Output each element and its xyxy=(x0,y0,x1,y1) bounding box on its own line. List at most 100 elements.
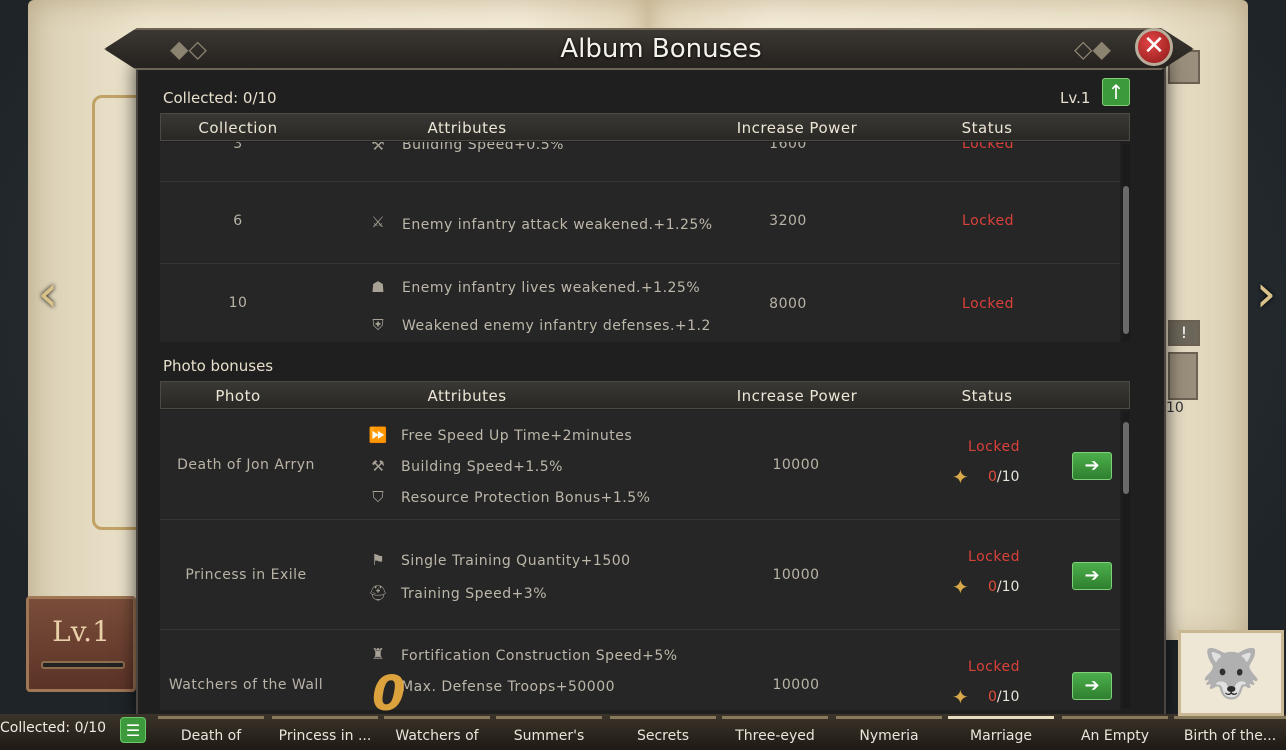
resource-protection-icon: ⛉ xyxy=(372,488,384,506)
level-medal: Lv.1 xyxy=(26,596,136,692)
header-increase-power: Increase Power xyxy=(736,119,858,137)
training-speed-icon: ⛑ xyxy=(368,584,388,602)
photo-name: Watchers of the Wall xyxy=(168,677,324,693)
collection-count: 3 xyxy=(233,142,243,152)
attribute-text: Training Speed+3% xyxy=(401,586,548,602)
defense-troops-overlay-icon: 0 xyxy=(372,666,406,722)
photo-scroll-thumb[interactable] xyxy=(1123,422,1129,494)
attribute-text: Weakened enemy infantry defenses.+1.2 xyxy=(402,318,711,334)
status-locked: Locked xyxy=(968,439,1020,455)
tab-princess-in[interactable]: Princess in ... xyxy=(272,716,378,750)
prev-page-arrow-icon[interactable]: ‹ xyxy=(30,262,66,326)
tab-death-of[interactable]: Death of xyxy=(158,716,264,750)
arrow-up-icon: ↑ xyxy=(1107,80,1125,104)
attribute-text: Enemy infantry lives weakened.+1.25% xyxy=(402,280,701,296)
tab-an-empty[interactable]: An Empty xyxy=(1062,716,1168,750)
alert-icon[interactable]: ! xyxy=(1168,320,1200,346)
table-row: 3 ⚒ Building Speed+0.5% 1600 Locked xyxy=(160,142,1120,182)
status-locked: Locked xyxy=(962,296,1014,312)
attribute-text: Single Training Quantity+1500 xyxy=(401,553,631,569)
wolf-icon: 🐺 xyxy=(1201,645,1261,702)
close-icon[interactable]: ✕ xyxy=(1135,28,1173,66)
attribute-text: Free Speed Up Time+2minutes xyxy=(401,428,633,444)
photo-bonuses-label: Photo bonuses xyxy=(163,357,274,375)
attribute-text: Enemy infantry attack weakened.+1.25% xyxy=(402,217,713,233)
attribute-text: Resource Protection Bonus+1.5% xyxy=(401,490,651,506)
attribute-text: Fortification Construction Speed+5% xyxy=(401,648,678,664)
increase-power: 10000 xyxy=(772,457,820,473)
collection-scroll-thumb[interactable] xyxy=(1123,186,1129,334)
tab-watchers-of[interactable]: Watchers of xyxy=(384,716,490,750)
puzzle-piece-icon: ✦ xyxy=(952,465,969,489)
tab-secrets[interactable]: Secrets xyxy=(610,716,716,750)
go-to-photo-button[interactable]: ➔ xyxy=(1072,562,1112,590)
speed-up-icon: ⏩ xyxy=(368,426,388,444)
photo-table-body: Death of Jon Arryn ⏩ Free Speed Up Time+… xyxy=(160,410,1120,710)
header-attributes: Attributes xyxy=(427,119,507,137)
header-photo: Photo xyxy=(215,387,261,405)
increase-power: 8000 xyxy=(769,296,807,312)
increase-power: 10000 xyxy=(772,567,820,583)
level-up-button[interactable]: ↑ xyxy=(1102,78,1130,106)
status-locked: Locked xyxy=(968,659,1020,675)
attribute-text: Max. Defense Troops+50000 xyxy=(401,679,616,695)
go-to-photo-button[interactable]: ➔ xyxy=(1072,672,1112,700)
collection-scrollbar[interactable] xyxy=(1122,144,1130,342)
tab-nymeria[interactable]: Nymeria xyxy=(836,716,942,750)
arrow-right-icon: ➔ xyxy=(1084,675,1100,696)
increase-power: 10000 xyxy=(772,677,820,693)
photo-progress: 0/10 xyxy=(988,689,1020,705)
dialog-title: Album Bonuses xyxy=(560,34,762,64)
header-increase-power: Increase Power xyxy=(736,387,858,405)
level-medal-text: Lv.1 xyxy=(52,615,110,648)
header-collection: Collection xyxy=(198,119,278,137)
table-row: Death of Jon Arryn ⏩ Free Speed Up Time+… xyxy=(160,410,1120,520)
infantry-attack-icon: ⚔ xyxy=(371,213,385,231)
fortification-icon: ♜ xyxy=(371,645,385,663)
tab-marriage[interactable]: Marriage xyxy=(948,716,1054,750)
status-locked: Locked xyxy=(968,549,1020,565)
right-widget-2 xyxy=(1168,352,1198,400)
tab-three-eyed[interactable]: Three-eyed xyxy=(722,716,828,750)
arrow-right-icon: ➔ xyxy=(1084,455,1100,476)
tab-birth-of-the[interactable]: Birth of the... xyxy=(1174,716,1286,750)
wolf-sigil-thumbnail[interactable]: 🐺 xyxy=(1178,630,1284,716)
table-row: Watchers of the Wall ♜ Fortification Con… xyxy=(160,630,1120,710)
increase-power: 3200 xyxy=(769,213,807,229)
table-row: 10 ☗ Enemy infantry lives weakened.+1.25… xyxy=(160,264,1120,342)
header-attributes: Attributes xyxy=(427,387,507,405)
building-speed-icon: ⚒ xyxy=(371,142,385,154)
arrow-right-icon: ➔ xyxy=(1084,565,1100,586)
status-locked: Locked xyxy=(962,213,1014,229)
go-to-photo-button[interactable]: ➔ xyxy=(1072,452,1112,480)
building-speed-icon: ⚒ xyxy=(371,457,385,475)
photo-name: Princess in Exile xyxy=(185,567,307,583)
side-count: 10 xyxy=(1166,400,1184,416)
level-progress-bar xyxy=(41,661,125,669)
photo-progress: 0/10 xyxy=(988,579,1020,595)
table-row: 6 ⚔ Enemy infantry attack weakened.+1.25… xyxy=(160,182,1120,264)
puzzle-piece-icon: ✦ xyxy=(952,685,969,709)
photo-progress: 0/10 xyxy=(988,469,1020,485)
header-status: Status xyxy=(961,387,1013,405)
attribute-text: Building Speed+1.5% xyxy=(401,459,563,475)
photo-table-header: Photo Attributes Increase Power Status xyxy=(160,381,1130,409)
next-page-arrow-icon[interactable]: › xyxy=(1248,262,1284,326)
collection-table-body: 3 ⚒ Building Speed+0.5% 1600 Locked 6 ⚔ … xyxy=(160,142,1120,342)
increase-power: 1600 xyxy=(769,142,807,152)
header-status: Status xyxy=(961,119,1013,137)
training-quantity-icon: ⚑ xyxy=(371,551,385,569)
collection-count: 6 xyxy=(233,213,243,229)
puzzle-piece-icon: ✦ xyxy=(952,575,969,599)
infantry-lives-icon: ☗ xyxy=(371,278,385,296)
list-icon[interactable]: ☰ xyxy=(120,717,146,743)
collection-count: 10 xyxy=(228,295,248,311)
status-locked: Locked xyxy=(962,142,1014,152)
photo-name: Death of Jon Arryn xyxy=(177,457,315,473)
bottom-collected-label: Collected: 0/10 xyxy=(0,720,107,736)
infantry-defense-icon: ⛨ xyxy=(372,316,384,334)
attribute-text: Building Speed+0.5% xyxy=(402,142,564,153)
tab-summers[interactable]: Summer's xyxy=(496,716,602,750)
collection-table-header: Collection Attributes Increase Power Sta… xyxy=(160,113,1130,141)
photo-scrollbar[interactable] xyxy=(1122,412,1130,708)
